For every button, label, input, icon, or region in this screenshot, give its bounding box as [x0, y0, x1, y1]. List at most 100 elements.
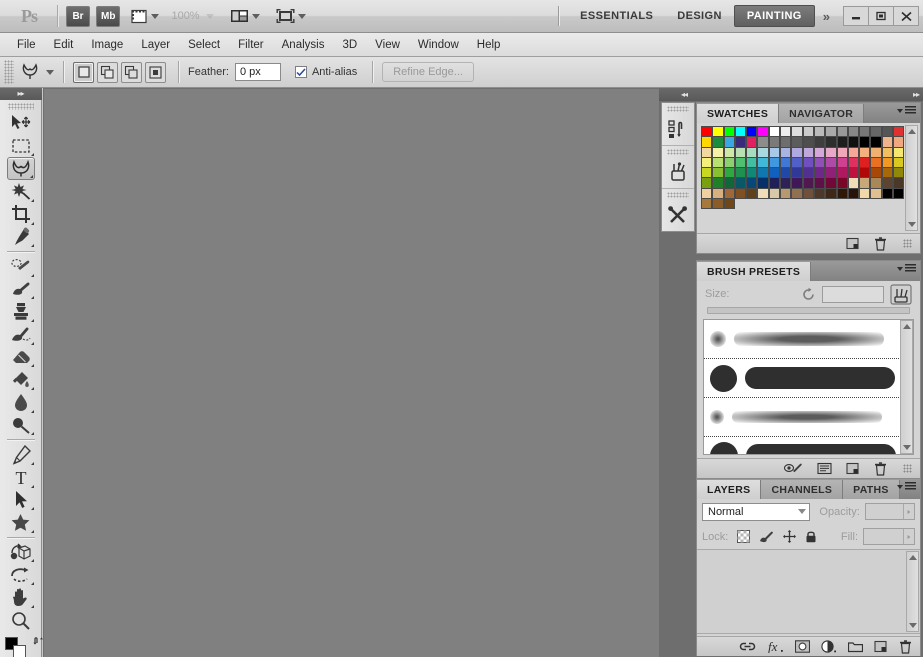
history-brush-tool[interactable]	[7, 323, 35, 346]
swatch-cell[interactable]	[893, 187, 905, 200]
scroll-down-arrow-icon[interactable]	[908, 623, 917, 628]
workspace-painting[interactable]: PAINTING	[733, 5, 815, 27]
new-swatch-button[interactable]	[846, 237, 860, 250]
scroll-down-arrow-icon[interactable]	[902, 445, 911, 450]
3d-object-rotate-tool[interactable]	[7, 541, 35, 564]
menu-view[interactable]: View	[366, 34, 409, 56]
brush-presets-panel-menu-button[interactable]	[897, 264, 916, 273]
brush-tool[interactable]	[7, 278, 35, 301]
tool-presets-panel-icon-button[interactable]	[662, 199, 694, 231]
brush-presets-scrollbar[interactable]	[900, 320, 913, 454]
brush-preset-item[interactable]	[704, 359, 913, 398]
scroll-down-arrow-icon[interactable]	[907, 222, 916, 227]
antialias-checkbox-group[interactable]: Anti-alias	[294, 66, 363, 78]
tool-preset-picker[interactable]	[20, 60, 54, 84]
blend-mode-select[interactable]: Normal	[702, 502, 811, 521]
expand-panels-icon[interactable]: ▸▸	[913, 90, 920, 99]
menu-layer[interactable]: Layer	[132, 34, 179, 56]
tab-brush-presets[interactable]: BRUSH PRESETS	[697, 262, 812, 281]
menu-analysis[interactable]: Analysis	[273, 34, 334, 56]
refine-edge-button[interactable]: Refine Edge...	[382, 62, 474, 82]
feather-input[interactable]	[234, 63, 281, 81]
brush-preset-item[interactable]	[704, 320, 913, 359]
layer-style-button[interactable]: fx	[767, 640, 784, 653]
launch-mini-bridge-button[interactable]: Mb	[96, 5, 121, 27]
reset-size-icon[interactable]	[801, 287, 816, 302]
history-panel-icon-button[interactable]	[662, 113, 694, 145]
icon-column-grip-1[interactable]	[667, 106, 689, 112]
view-extras-button[interactable]	[129, 5, 161, 27]
zoom-chevron-down-icon[interactable]	[205, 13, 214, 19]
layers-list[interactable]	[697, 549, 920, 634]
tab-swatches[interactable]: SWATCHES	[697, 104, 780, 123]
path-selection-tool[interactable]	[7, 489, 35, 512]
toggle-brush-panel-button[interactable]	[817, 462, 832, 475]
layers-panel-menu-button[interactable]	[897, 482, 916, 491]
horizontal-type-tool[interactable]: T	[7, 466, 35, 489]
swatch-cell[interactable]	[825, 187, 837, 200]
3d-camera-rotate-tool[interactable]	[7, 563, 35, 586]
subtract-from-selection-button[interactable]	[121, 61, 142, 83]
lock-all-button[interactable]	[805, 530, 817, 543]
close-button[interactable]	[893, 6, 919, 26]
rectangular-marquee-tool[interactable]	[7, 135, 35, 158]
swatch-cell[interactable]	[712, 198, 724, 210]
spot-healing-brush-tool[interactable]	[7, 255, 35, 278]
dodge-tool[interactable]	[7, 414, 35, 437]
swatch-cell[interactable]	[734, 187, 747, 200]
swatch-cell[interactable]	[746, 187, 758, 200]
gradient-tool[interactable]	[7, 368, 35, 391]
menu-edit[interactable]: Edit	[45, 34, 83, 56]
scroll-up-arrow-icon[interactable]	[907, 129, 916, 134]
crop-tool[interactable]	[7, 203, 35, 226]
pen-tool[interactable]	[7, 443, 35, 466]
swatch-cell[interactable]	[791, 187, 803, 200]
brush-panel-icon-button[interactable]	[662, 156, 694, 188]
lock-position-button[interactable]	[783, 530, 797, 543]
collapse-to-icons-icon[interactable]: ◂◂	[681, 90, 688, 99]
link-layers-button[interactable]	[739, 641, 756, 652]
adjustment-layer-button[interactable]	[821, 640, 837, 653]
menu-help[interactable]: Help	[468, 34, 510, 56]
brush-presets-panel-resizer[interactable]	[903, 464, 912, 473]
new-brush-button[interactable]	[846, 462, 860, 475]
swatches-panel-menu-button[interactable]	[897, 106, 916, 115]
menu-select[interactable]: Select	[179, 34, 229, 56]
delete-brush-button[interactable]	[874, 461, 887, 476]
scroll-up-arrow-icon[interactable]	[908, 555, 917, 560]
swatch-cell[interactable]	[768, 187, 781, 200]
swatch-cell[interactable]	[757, 187, 769, 200]
swatch-cell[interactable]	[870, 187, 882, 200]
new-group-button[interactable]	[848, 641, 863, 653]
fill-chevron-icon[interactable]	[903, 529, 914, 544]
layer-mask-button[interactable]	[795, 640, 810, 653]
new-layer-button[interactable]	[874, 640, 888, 653]
swatch-cell[interactable]	[881, 187, 894, 200]
brush-preset-item[interactable]	[704, 437, 913, 454]
intersect-selection-button[interactable]	[145, 61, 166, 83]
lock-transparent-pixels-button[interactable]	[737, 530, 751, 543]
swatch-cell[interactable]	[847, 187, 860, 200]
fill-input[interactable]	[863, 528, 915, 545]
swatch-cell[interactable]	[813, 187, 826, 200]
workspace-more-button[interactable]: »	[815, 9, 838, 24]
tools-panel-grip[interactable]	[7, 102, 34, 111]
delete-swatch-button[interactable]	[874, 236, 887, 251]
arrange-documents-button[interactable]	[228, 5, 262, 27]
tab-navigator[interactable]: NAVIGATOR	[779, 104, 865, 123]
workspace-design[interactable]: DESIGN	[665, 5, 734, 27]
background-color-swatch[interactable]	[12, 645, 26, 657]
swatch-cell[interactable]	[701, 198, 713, 210]
opacity-input[interactable]	[864, 503, 915, 520]
delete-layer-button[interactable]	[899, 639, 912, 654]
menu-image[interactable]: Image	[82, 34, 132, 56]
swatches-scrollbar[interactable]	[905, 125, 918, 231]
tools-panel-expand-button[interactable]: ▸▸	[0, 88, 42, 100]
workspace-essentials[interactable]: ESSENTIALS	[568, 5, 665, 27]
blur-tool[interactable]	[7, 391, 35, 414]
swatch-cell[interactable]	[780, 187, 792, 200]
brush-preset-item[interactable]	[704, 398, 913, 437]
swatch-cell[interactable]	[802, 187, 814, 200]
zoom-tool[interactable]	[7, 609, 35, 632]
menu-3d[interactable]: 3D	[333, 34, 366, 56]
